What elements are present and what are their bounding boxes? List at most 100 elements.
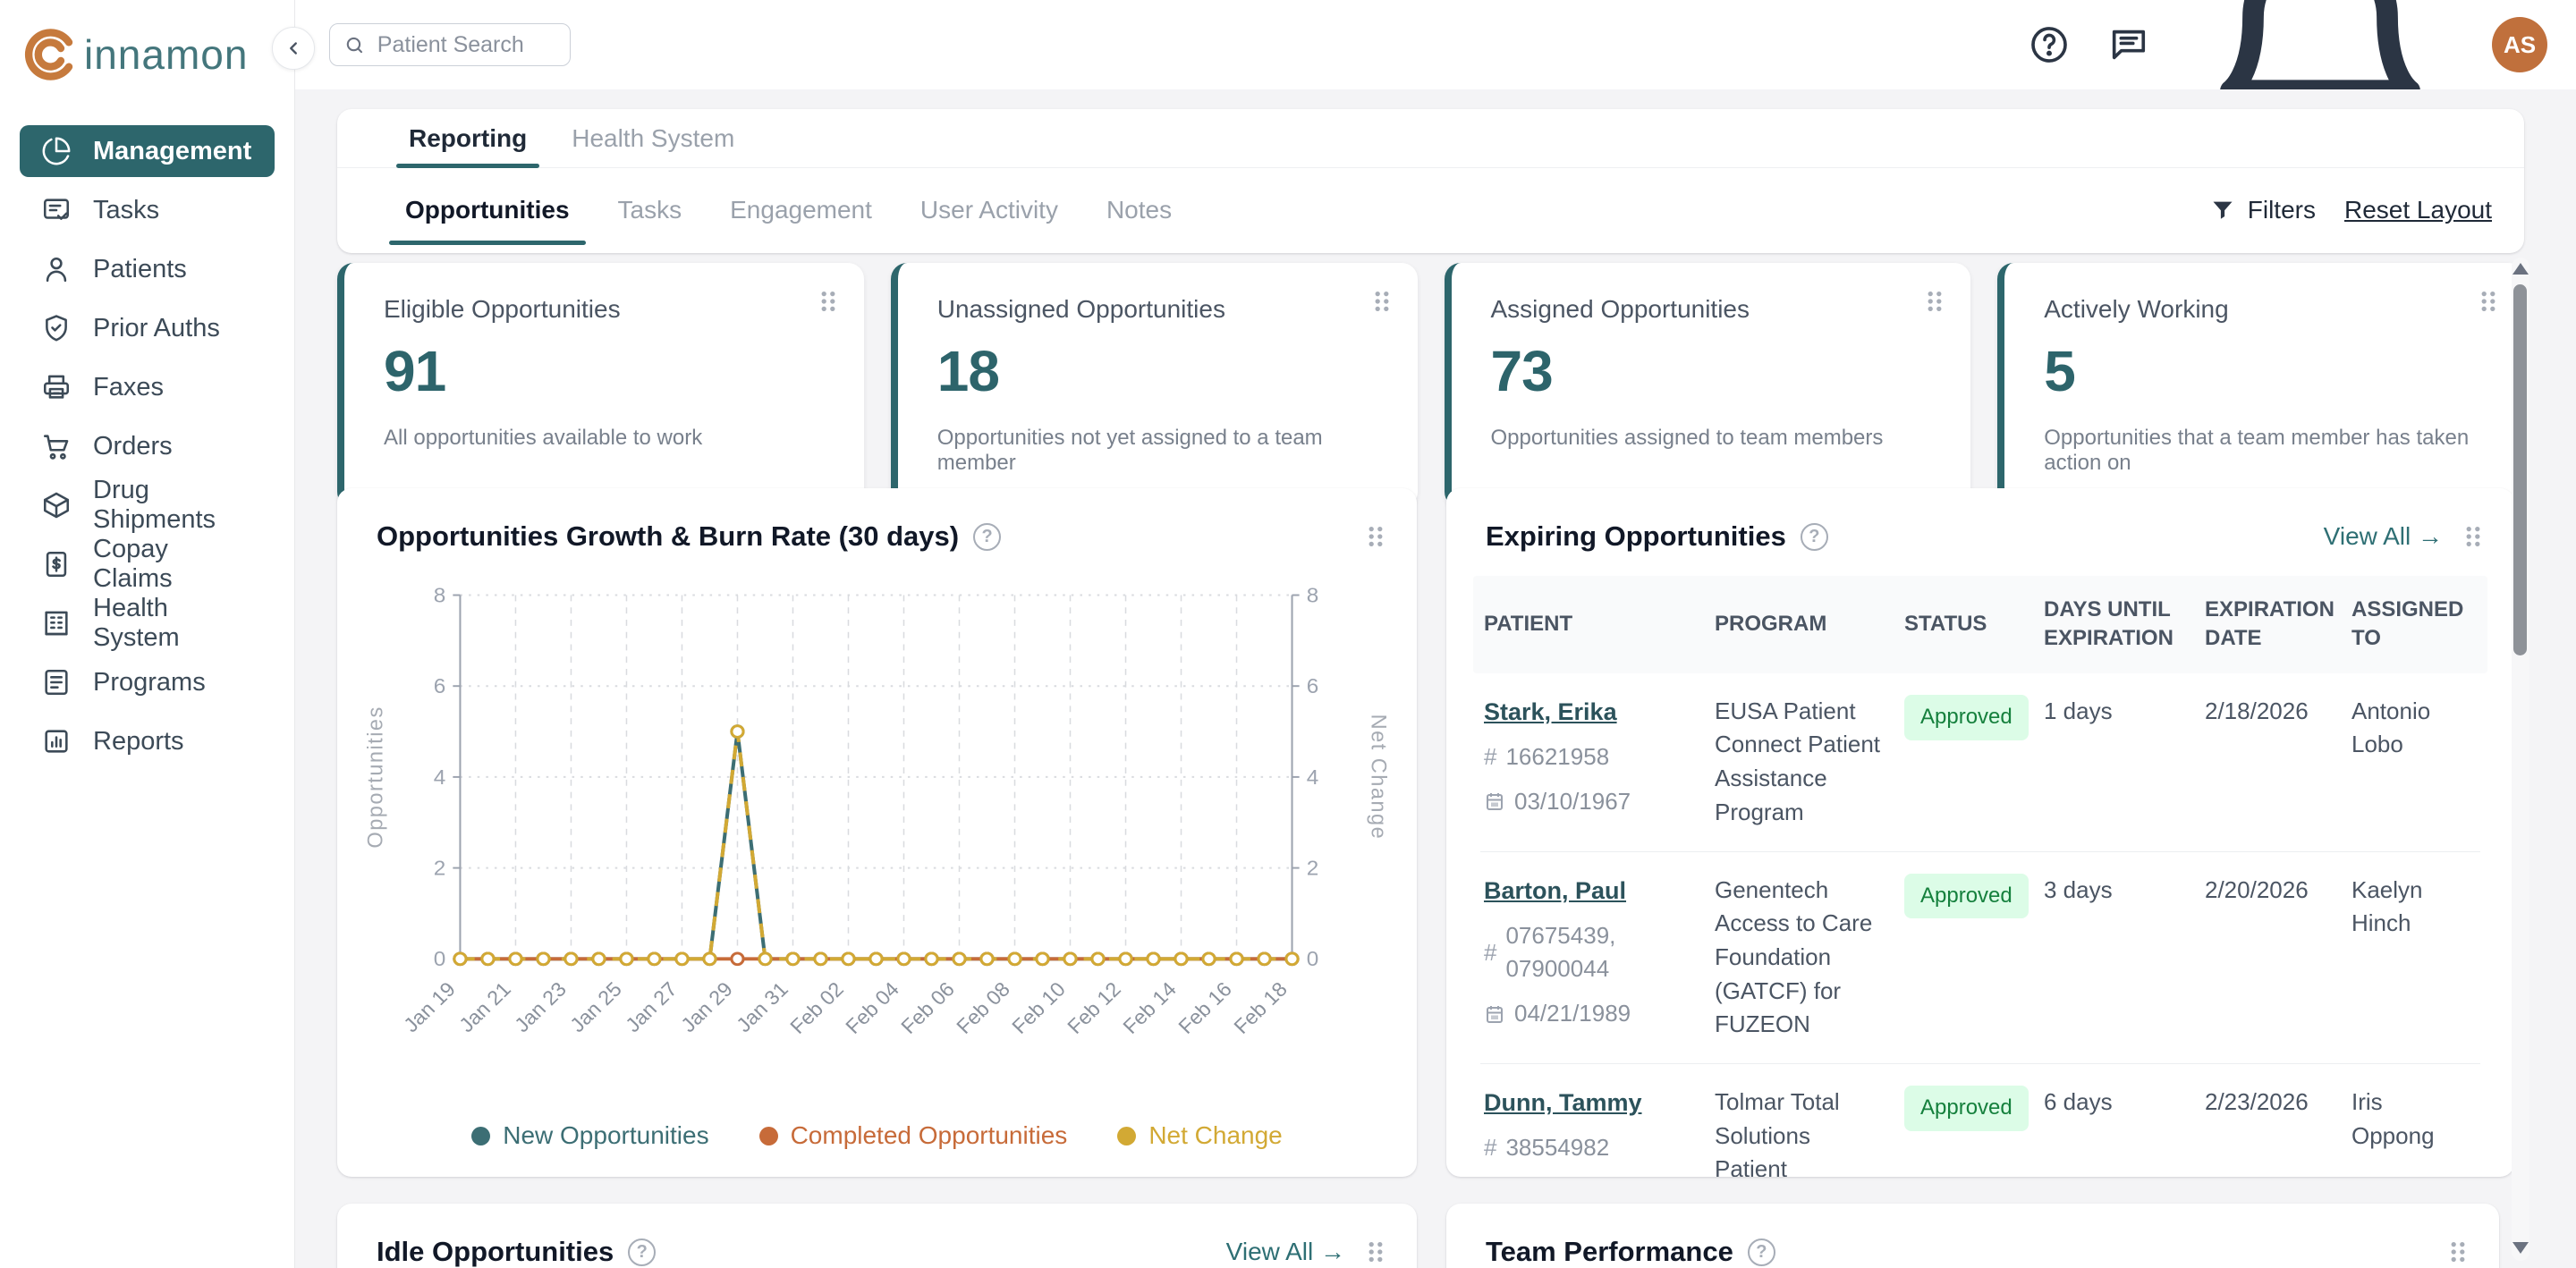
shield-check-icon: [41, 313, 72, 343]
subtab-opportunities[interactable]: Opportunities: [396, 168, 579, 252]
expiring-panel: Expiring Opportunities ? View All → PATI…: [1446, 488, 2514, 1177]
legend-item-0[interactable]: New Opportunities: [471, 1121, 708, 1150]
chart-help-icon[interactable]: ?: [973, 523, 1001, 551]
pie-chart-icon: [41, 136, 72, 166]
tab-reporting[interactable]: Reporting: [396, 109, 539, 167]
days-until-cell: 3 days: [2044, 874, 2205, 1042]
sidebar-collapse-button[interactable]: [272, 27, 315, 70]
stat-card-assigned-opportunities: Assigned Opportunities73Opportunities as…: [1445, 263, 1971, 508]
reset-layout-link[interactable]: Reset Layout: [2344, 196, 2492, 224]
sidebar-item-programs[interactable]: Programs: [20, 656, 275, 708]
sidebar: innamon Management Tasks Patients Prior Aut…: [0, 0, 295, 1268]
chart-drag-handle[interactable]: [1365, 523, 1386, 550]
idle-panel: Idle Opportunities ? View All →: [337, 1204, 1417, 1268]
sidebar-item-label: Copay Claims: [93, 535, 253, 594]
subtab-tasks[interactable]: Tasks: [609, 168, 691, 252]
stat-card-value: 91: [384, 338, 825, 404]
report-icon: [41, 726, 72, 757]
assigned-to-cell: Iris Oppong: [2351, 1086, 2480, 1177]
patient-name-link[interactable]: Dunn, Tammy: [1484, 1086, 1642, 1120]
sidebar-item-prior-auths[interactable]: Prior Auths: [20, 302, 275, 354]
idle-view-all-link[interactable]: View All →: [1226, 1238, 1345, 1266]
subtab-user-activity[interactable]: User Activity: [911, 168, 1067, 252]
chart-title: Opportunities Growth & Burn Rate (30 day…: [377, 520, 959, 553]
legend-item-1[interactable]: Completed Opportunities: [759, 1121, 1068, 1150]
scroll-down-arrow[interactable]: [2512, 1242, 2529, 1254]
stat-card-drag-handle[interactable]: [818, 288, 839, 315]
column-header: STATUS: [1904, 610, 2044, 638]
sidebar-item-label: Tasks: [93, 196, 159, 225]
tab-health-system[interactable]: Health System: [559, 109, 747, 167]
legend-item-2[interactable]: Net Change: [1117, 1121, 1282, 1150]
chat-icon[interactable]: [2107, 24, 2148, 65]
search-icon: [344, 33, 365, 57]
filters-button[interactable]: Filters: [2210, 196, 2316, 224]
legend-dot: [1117, 1127, 1136, 1145]
expiring-drag-handle[interactable]: [2462, 523, 2484, 550]
sidebar-item-health-system[interactable]: Health System: [20, 597, 275, 649]
logo-icon: [23, 27, 79, 82]
subtab-notes[interactable]: Notes: [1097, 168, 1181, 252]
patients-icon: [41, 254, 72, 284]
calendar-icon: [1484, 1003, 1505, 1025]
stat-card-title: Actively Working: [2044, 295, 2485, 324]
sidebar-item-faxes[interactable]: Faxes: [20, 361, 275, 413]
chevron-left-icon: [284, 38, 303, 58]
table-row: Stark, Erika#1662195803/10/1967EUSA Pati…: [1480, 673, 2480, 852]
idle-drag-handle[interactable]: [1365, 1238, 1386, 1265]
svg-text:4: 4: [434, 765, 446, 790]
avatar[interactable]: AS: [2492, 17, 2547, 72]
patient-cell: Stark, Erika#1662195803/10/1967: [1484, 695, 1715, 830]
expiring-help-icon[interactable]: ?: [1801, 523, 1828, 551]
stat-card-drag-handle[interactable]: [1371, 288, 1393, 315]
dollar-doc-icon: [41, 549, 72, 579]
expiring-view-all-link[interactable]: View All →: [2324, 522, 2443, 551]
main-content: Reporting Health System Opportunities Task…: [295, 89, 2576, 1268]
assigned-to-cell: Kaelyn Hinch: [2351, 874, 2480, 1042]
tab-panel: Reporting Health System Opportunities Task…: [337, 109, 2524, 253]
team-drag-handle[interactable]: [2447, 1238, 2469, 1265]
scroll-thumb[interactable]: [2513, 284, 2527, 655]
stat-card-unassigned-opportunities: Unassigned Opportunities18Opportunities …: [891, 263, 1418, 508]
tasks-icon: [41, 195, 72, 225]
svg-text:Feb 18: Feb 18: [1229, 977, 1292, 1038]
sidebar-item-tasks[interactable]: Tasks: [20, 184, 275, 236]
svg-text:0: 0: [434, 947, 446, 971]
stat-card-drag-handle[interactable]: [2478, 288, 2499, 315]
column-header: EXPIRATION DATE: [2205, 596, 2351, 654]
sidebar-item-label: Orders: [93, 432, 173, 461]
app-logo: innamon: [0, 0, 294, 89]
svg-text:Feb 14: Feb 14: [1118, 977, 1181, 1038]
svg-text:Jan 19: Jan 19: [399, 977, 460, 1036]
scroll-up-arrow[interactable]: [2512, 263, 2529, 275]
chart-panel: Opportunities Growth & Burn Rate (30 day…: [337, 488, 1417, 1177]
patient-id: #16621958: [1484, 740, 1699, 774]
hash-icon: #: [1484, 1131, 1496, 1165]
document-icon: [41, 667, 72, 697]
stat-card-drag-handle[interactable]: [1924, 288, 1945, 315]
subtab-engagement[interactable]: Engagement: [721, 168, 881, 252]
team-help-icon[interactable]: ?: [1748, 1238, 1775, 1266]
hash-icon: #: [1484, 740, 1496, 774]
patient-name-link[interactable]: Barton, Paul: [1484, 874, 1626, 909]
sidebar-item-orders[interactable]: Orders: [20, 420, 275, 472]
legend-label: New Opportunities: [503, 1121, 708, 1150]
patient-id: #38554982: [1484, 1131, 1699, 1165]
sidebar-item-label: Faxes: [93, 373, 164, 402]
help-icon[interactable]: [2029, 24, 2070, 65]
patient-search-input[interactable]: [377, 32, 555, 58]
chart-legend: New Opportunities Completed Opportunities…: [337, 1121, 1417, 1150]
patient-search[interactable]: [329, 23, 571, 66]
svg-text:Opportunities: Opportunities: [363, 706, 387, 848]
idle-help-icon[interactable]: ?: [628, 1238, 656, 1266]
sidebar-item-label: Management: [93, 137, 251, 166]
patient-name-link[interactable]: Stark, Erika: [1484, 695, 1617, 730]
sidebar-item-copay-claims[interactable]: Copay Claims: [20, 538, 275, 590]
sidebar-item-management[interactable]: Management: [20, 125, 275, 177]
svg-text:Jan 29: Jan 29: [676, 977, 737, 1036]
sidebar-item-reports[interactable]: Reports: [20, 715, 275, 767]
sidebar-item-drug-shipments[interactable]: Drug Shipments: [20, 479, 275, 531]
svg-text:Feb 16: Feb 16: [1174, 977, 1236, 1038]
sidebar-item-patients[interactable]: Patients: [20, 243, 275, 295]
hash-icon: #: [1484, 936, 1496, 970]
